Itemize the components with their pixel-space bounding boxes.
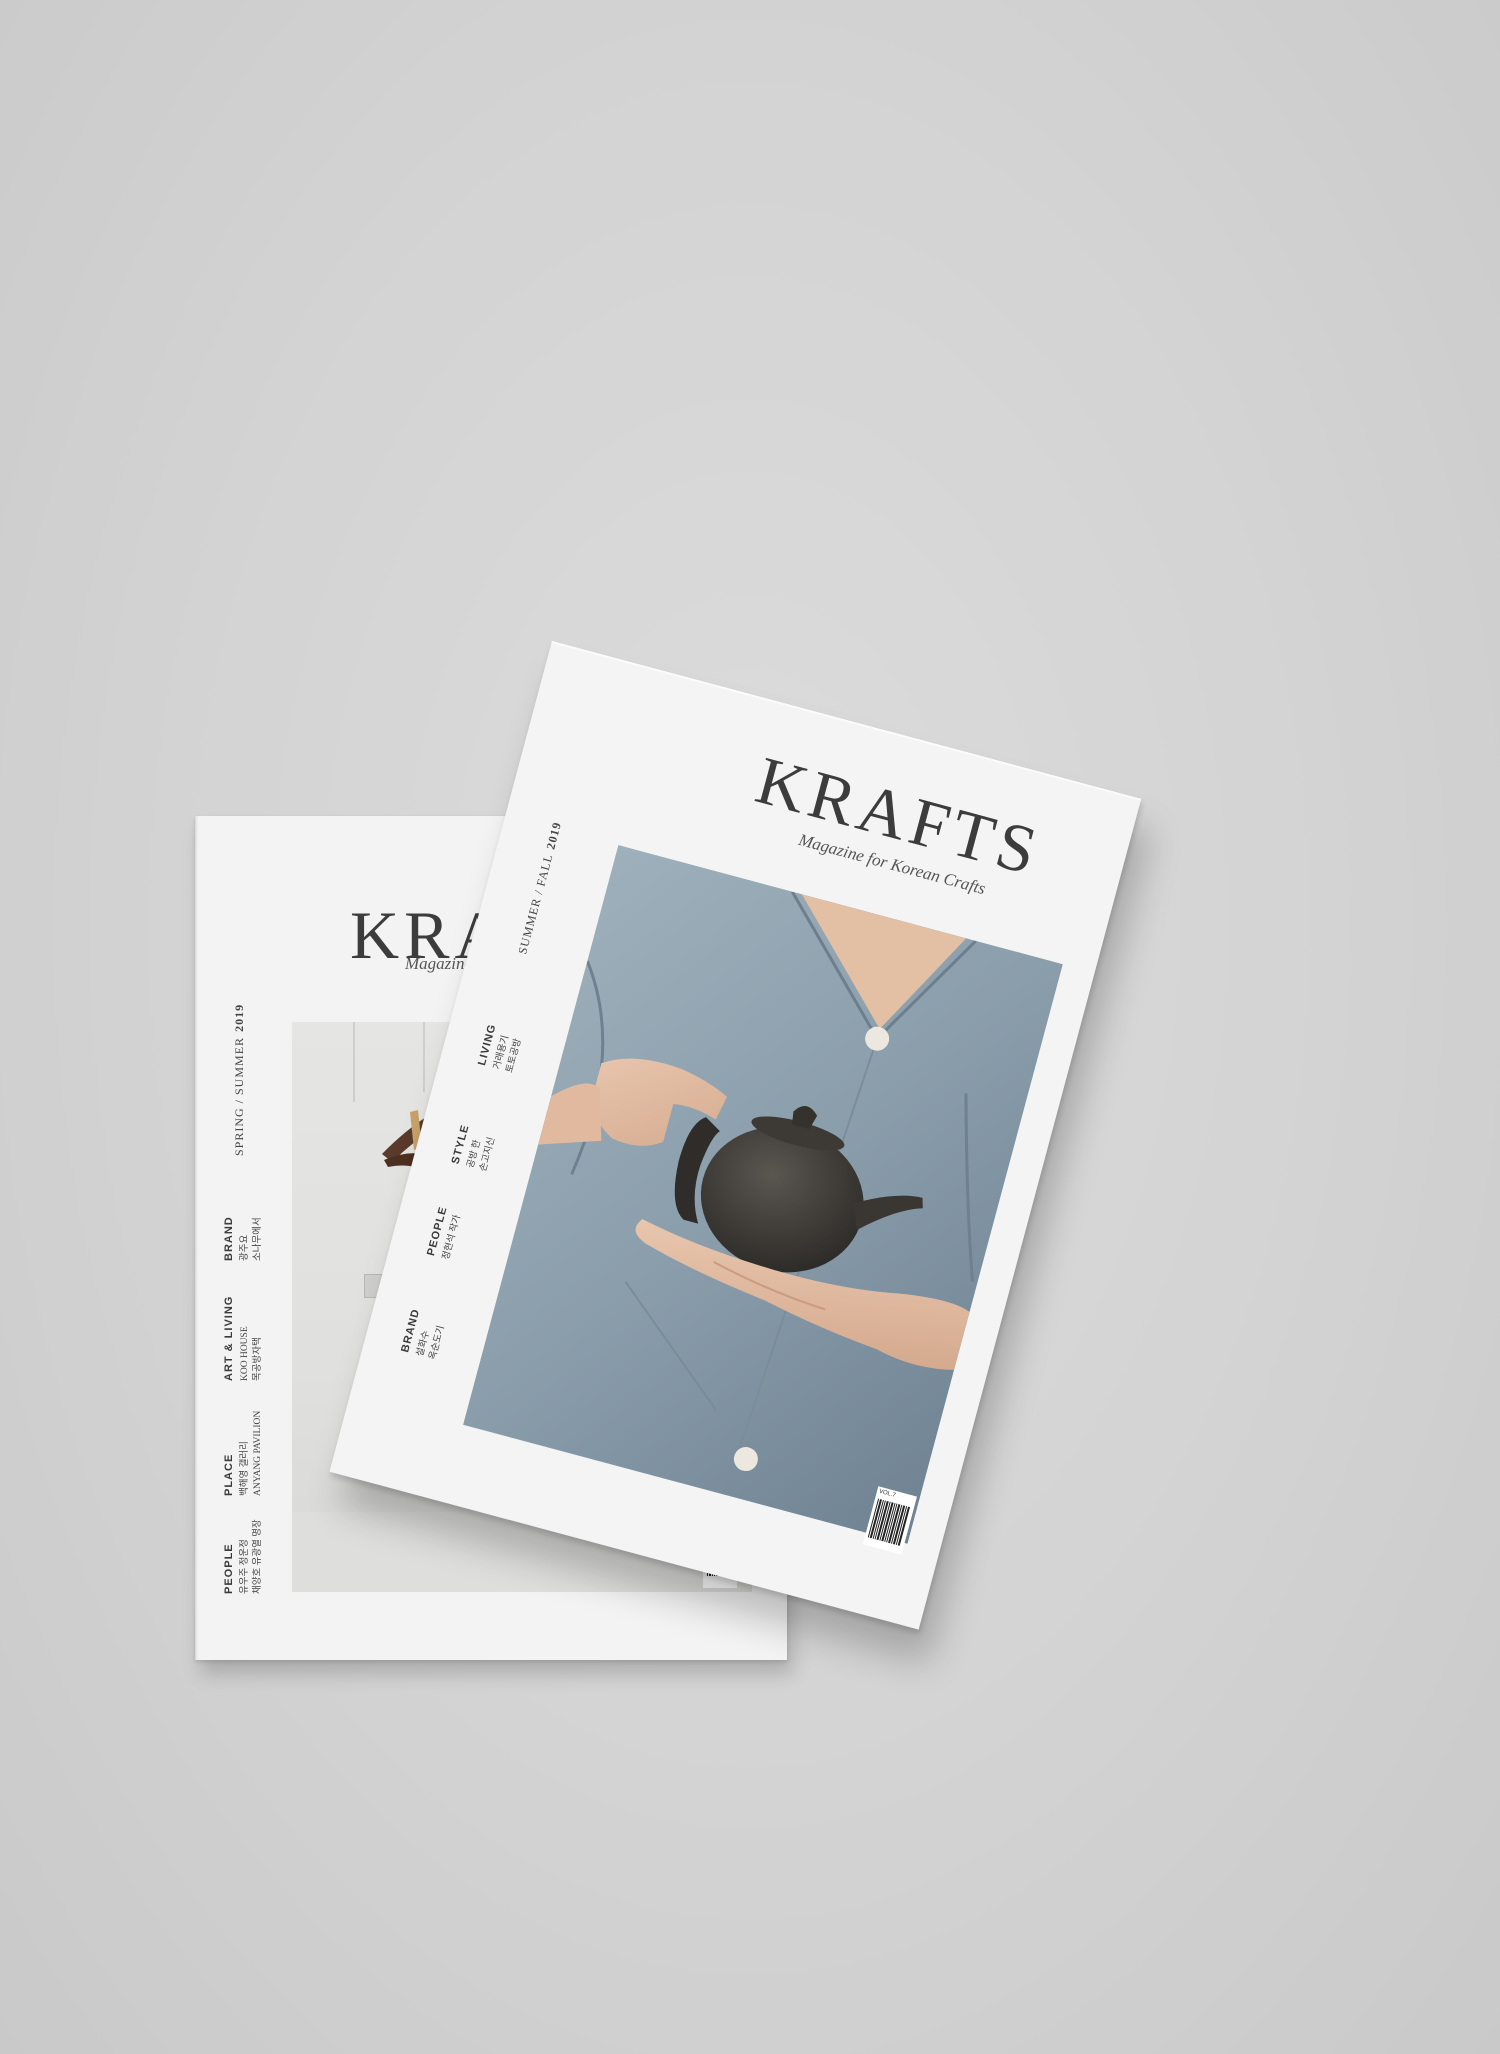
front-section-brand: BRAND 설화수 옥순도기	[399, 1307, 451, 1361]
back-section-people-label: PEOPLE	[223, 1543, 235, 1594]
back-section-art-living: ART & LIVING KOO HOUSE 목공방자택	[223, 1296, 265, 1381]
back-section-place: PLACE 백해영 갤러리 ANYANG PAVILION	[223, 1411, 265, 1496]
back-section-people-line2: 채양호 유광열 명장	[253, 1519, 263, 1594]
back-section-brand-label: BRAND	[223, 1216, 235, 1261]
scene: KRAFTS Magazine for Korean Crafts SPRING…	[0, 0, 1500, 2054]
back-section-art-living-label: ART & LIVING	[223, 1295, 235, 1381]
front-section-living: LIVING 거래용기 토토공방	[476, 1023, 528, 1075]
front-magazine: KRAFTS Magazine for Korean Crafts SUMMER…	[329, 641, 1142, 1630]
front-section-style: STYLE 공방 한 손고지신	[450, 1123, 501, 1173]
back-magazine-spine	[195, 816, 198, 1660]
back-section-brand-line2: 소나무에서	[253, 1217, 263, 1261]
back-section-art-living-line1: KOO HOUSE	[240, 1326, 250, 1381]
back-section-art-living-line2: 목공방자택	[253, 1337, 263, 1381]
front-issue-label: SUMMER / FALL 2019	[511, 819, 565, 956]
back-section-place-label: PLACE	[223, 1453, 235, 1496]
back-section-brand: BRAND 광주요 소나무에서	[223, 1216, 265, 1261]
front-issue-year: 2019	[543, 820, 565, 851]
back-section-people: PEOPLE 유우주 정운정 채양호 유광열 명장	[223, 1519, 265, 1594]
back-issue-season: SPRING / SUMMER	[232, 1036, 246, 1156]
back-section-place-line2: ANYANG PAVILION	[253, 1410, 263, 1496]
back-issue-label: SPRING / SUMMER 2019	[228, 1004, 247, 1156]
back-section-place-line1: 백해영 갤러리	[240, 1441, 250, 1496]
front-issue-season: SUMMER / FALL	[515, 852, 556, 956]
front-section-people: PEOPLE 정현석 작가	[425, 1205, 466, 1261]
back-issue-year: 2019	[232, 1003, 246, 1032]
back-magazine-contents: SPRING / SUMMER 2019 BRAND 광주요 소나무에서 ART…	[223, 1004, 293, 1596]
back-section-people-line1: 유우주 정운정	[240, 1539, 250, 1594]
back-section-brand-line1: 광주요	[240, 1234, 250, 1261]
